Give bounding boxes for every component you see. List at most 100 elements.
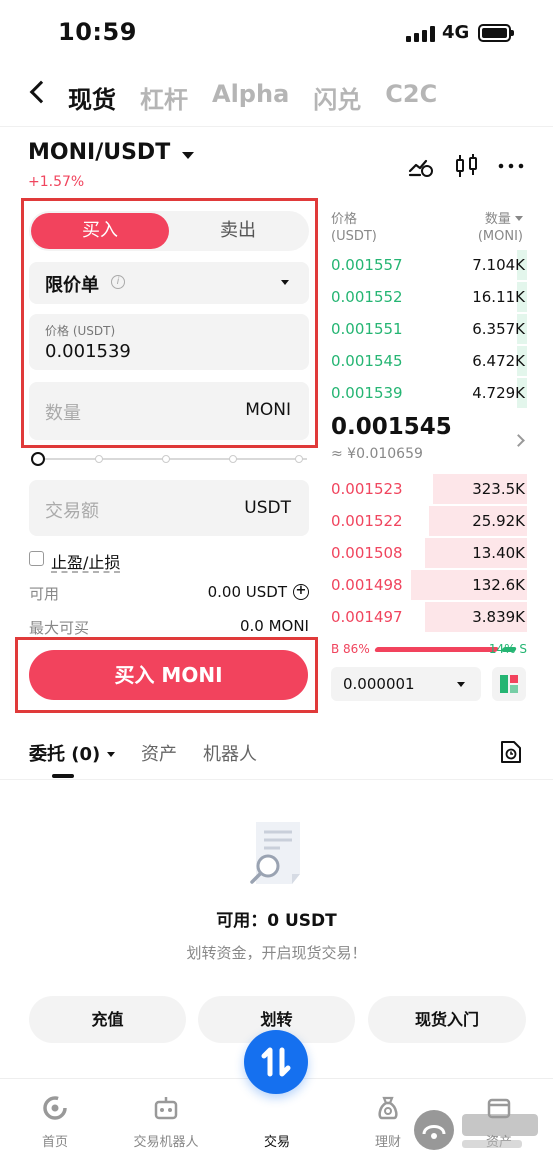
nav-home-label: 首页: [41, 1135, 68, 1150]
section-divider: [0, 779, 553, 780]
ask-price: 0.001557: [331, 256, 403, 274]
chevron-down-icon: [515, 216, 523, 221]
amount-placeholder: 交易额: [45, 501, 99, 522]
buy-ratio-bar: [374, 647, 499, 652]
available-label: 可用: [29, 585, 60, 603]
spot-guide-button[interactable]: 现货入门: [368, 996, 526, 1043]
bid-row[interactable]: 0.001523 323.5K: [331, 474, 527, 504]
tab-margin[interactable]: 杠杆: [140, 80, 188, 115]
ask-price: 0.001539: [331, 384, 403, 402]
tp-sl-label: 止盈/止损: [51, 553, 121, 572]
empty-document-icon: [250, 822, 300, 884]
tab-alpha[interactable]: Alpha: [212, 80, 289, 115]
ask-qty: 7.104K: [472, 256, 525, 274]
slider-handle[interactable]: [31, 452, 45, 466]
bid-qty: 13.40K: [472, 544, 525, 562]
order-history-icon[interactable]: [500, 740, 522, 764]
status-bar: 10:59 4G: [0, 0, 553, 66]
chevron-right-icon[interactable]: [512, 434, 525, 447]
nav-divider: [0, 126, 553, 127]
amount-slider[interactable]: [31, 452, 307, 466]
more-icon[interactable]: [498, 153, 524, 179]
last-price: 0.001545: [331, 414, 452, 440]
bid-row[interactable]: 0.001497 3.839K: [331, 602, 527, 632]
ask-row[interactable]: 0.001551 6.357K: [331, 314, 527, 344]
candlestick-chart-icon[interactable]: [454, 153, 480, 179]
price-change: +1.57%: [28, 174, 85, 190]
network-type: 4G: [442, 22, 470, 43]
bid-price: 0.001497: [331, 608, 403, 626]
max-buy-value: 0.0 MONI: [239, 617, 309, 635]
trade-fab[interactable]: [244, 1030, 308, 1094]
home-icon: [43, 1096, 67, 1120]
battery-icon: [478, 24, 514, 42]
bid-row[interactable]: 0.001522 25.92K: [331, 506, 527, 536]
tab-open-orders[interactable]: 委托 (0): [29, 740, 115, 766]
nav-bots-label: 交易机器人: [133, 1135, 199, 1150]
sell-ratio: 14% S: [488, 642, 527, 656]
tab-assets[interactable]: 资产: [141, 740, 177, 766]
book-layout-button[interactable]: [492, 667, 526, 701]
transfer-hint: 划转资金，开启现货交易！: [186, 944, 367, 962]
available-value: 0.00 USDT: [207, 583, 287, 601]
nav-trade-label: 交易: [263, 1135, 290, 1150]
trading-pair[interactable]: MONI/USDT: [28, 140, 170, 165]
last-price-fiat: ≈ ¥0.010659: [331, 446, 423, 462]
ask-qty: 4.729K: [472, 384, 525, 402]
swap-arrows-icon: [261, 1047, 291, 1077]
tp-sl-checkbox[interactable]: [29, 551, 44, 566]
chevron-down-icon: [106, 752, 115, 757]
highlight-box-form: [21, 198, 318, 448]
bid-price: 0.001522: [331, 512, 403, 530]
price-alert-icon[interactable]: [408, 153, 434, 179]
signal-icon: [406, 26, 436, 42]
clock: 10:59: [58, 18, 137, 46]
amount-input[interactable]: 交易额 USDT: [29, 480, 309, 536]
market-nav: 现货 杠杆 Alpha 闪兑 C2C: [0, 72, 553, 122]
ob-qty-title: 数量: [484, 212, 511, 227]
market-tabs: 现货 杠杆 Alpha 闪兑 C2C: [68, 80, 437, 115]
available-balance-text: 可用：0 USDT: [216, 911, 337, 931]
tab-bots[interactable]: 机器人: [203, 740, 257, 766]
book-layout-icon: [500, 675, 518, 693]
ob-price-header: 价格 (USDT): [331, 211, 377, 245]
active-tab-indicator: [52, 774, 74, 778]
bid-price: 0.001498: [331, 576, 403, 594]
precision-select[interactable]: 0.000001: [331, 667, 481, 701]
tab-open-orders-label: 委托 (0): [29, 744, 101, 765]
ask-row[interactable]: 0.001545 6.472K: [331, 346, 527, 376]
deposit-button[interactable]: 充值: [29, 996, 186, 1043]
bid-qty: 3.839K: [472, 608, 525, 626]
ob-price-unit: (USDT): [331, 229, 377, 244]
ob-qty-header[interactable]: 数量 (MONI): [478, 211, 523, 245]
add-funds-icon[interactable]: +: [293, 584, 309, 600]
back-icon[interactable]: [29, 80, 53, 104]
max-buy-label: 最大可买: [29, 619, 90, 637]
robot-icon: [154, 1097, 178, 1120]
ask-qty: 16.11K: [472, 288, 525, 306]
ask-qty: 6.357K: [472, 320, 525, 338]
buy-sell-ratio: B 86% 14% S: [331, 642, 527, 658]
ask-price: 0.001545: [331, 352, 403, 370]
money-bag-icon: [378, 1096, 398, 1120]
ob-price-title: 价格: [331, 212, 358, 227]
ob-qty-unit: (MONI): [477, 229, 523, 244]
ask-row[interactable]: 0.001539 4.729K: [331, 378, 527, 408]
pair-dropdown-icon[interactable]: [182, 152, 194, 159]
bid-row[interactable]: 0.001508 13.40K: [331, 538, 527, 568]
chevron-down-icon: [457, 682, 465, 687]
bid-qty: 323.5K: [472, 480, 525, 498]
bid-qty: 132.6K: [472, 576, 525, 594]
ask-row[interactable]: 0.001552 16.11K: [331, 282, 527, 312]
highlight-box-submit: [15, 637, 318, 713]
tab-convert[interactable]: 闪兑: [313, 80, 361, 115]
tab-c2c[interactable]: C2C: [385, 80, 437, 115]
bid-price: 0.001523: [331, 480, 403, 498]
ask-price: 0.001551: [331, 320, 403, 338]
ask-row[interactable]: 0.001557 7.104K: [331, 250, 527, 280]
watermark-logo: [414, 1110, 538, 1150]
ask-qty: 6.472K: [472, 352, 525, 370]
bid-row[interactable]: 0.001498 132.6K: [331, 570, 527, 600]
ask-price: 0.001552: [331, 288, 403, 306]
tab-spot[interactable]: 现货: [68, 80, 116, 115]
